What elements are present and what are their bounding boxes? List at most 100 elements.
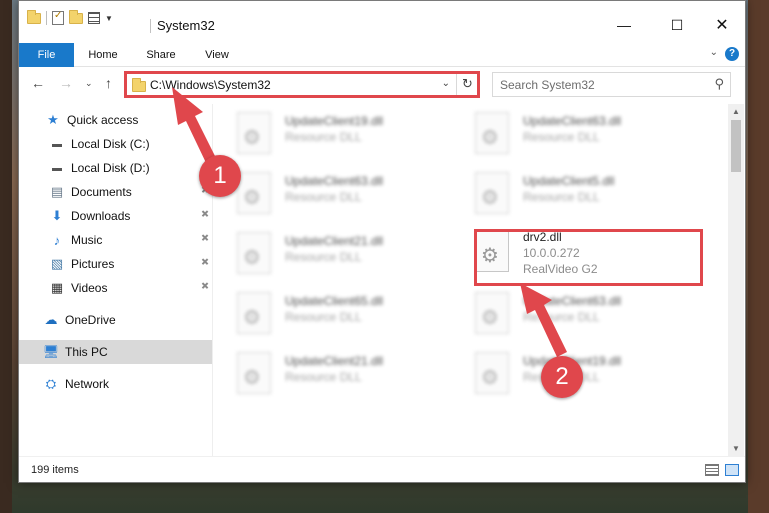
drive-icon: ▬ xyxy=(52,138,62,150)
tab-home[interactable]: Home xyxy=(81,43,125,67)
dll-file-icon xyxy=(237,112,271,154)
dll-file-icon xyxy=(475,352,509,394)
sidebar-item-documents[interactable]: ▤ Documents ✚ xyxy=(19,180,212,204)
chevron-down-icon[interactable]: ▼ xyxy=(105,14,113,23)
list-item[interactable]: UpdateClient21.dll Resource DLL xyxy=(215,226,435,280)
dll-file-icon xyxy=(475,112,509,154)
sidebar-item-label: This PC xyxy=(65,345,108,359)
pin-icon[interactable]: ✚ xyxy=(197,256,211,270)
sidebar-item-pictures[interactable]: ▧ Pictures ✚ xyxy=(19,252,212,276)
details-view-icon[interactable] xyxy=(705,464,719,476)
file-description: Resource DLL xyxy=(523,130,600,144)
up-button[interactable]: ↑ xyxy=(105,75,112,91)
sidebar-item-videos[interactable]: ▦ Videos ✚ xyxy=(19,276,212,300)
list-item[interactable]: UpdateClient63.dll Resource DLL xyxy=(215,166,435,220)
title-bar: ▼ System32 — ☐ ✕ xyxy=(19,1,745,35)
file-name: UpdateClient63.dll xyxy=(285,174,384,188)
download-icon: ⬇ xyxy=(51,208,63,223)
sidebar-item-label: Downloads xyxy=(71,209,131,223)
file-name: UpdateClient63.dll xyxy=(523,294,622,308)
search-box[interactable]: Search System32 ⚲ xyxy=(492,72,731,97)
pictures-icon: ▧ xyxy=(50,256,64,271)
sidebar-item-downloads[interactable]: ⬇ Downloads ✚ xyxy=(19,204,212,228)
title-separator xyxy=(150,19,151,33)
file-name: UpdateClient21.dll xyxy=(285,354,384,368)
list-item[interactable]: UpdateClient63.dll Resource DLL xyxy=(453,286,673,340)
file-highlight xyxy=(474,229,703,286)
sidebar-item-local-disk-d[interactable]: ▬ Local Disk (D:) xyxy=(19,156,212,180)
pin-icon[interactable]: ✚ xyxy=(197,232,211,246)
dll-file-icon xyxy=(475,172,509,214)
videos-icon: ▦ xyxy=(50,280,64,295)
search-icon: ⚲ xyxy=(714,76,724,91)
file-description: Resource DLL xyxy=(523,310,600,324)
pin-icon[interactable]: ✚ xyxy=(197,280,211,294)
close-button[interactable]: ✕ xyxy=(699,15,745,35)
music-icon: ♪ xyxy=(53,232,61,248)
file-description: Resource DLL xyxy=(285,130,362,144)
file-name: UpdateClient21.dll xyxy=(285,234,384,248)
minimize-button[interactable]: — xyxy=(601,17,647,33)
expand-ribbon-icon[interactable]: ⌄ xyxy=(710,47,718,58)
file-explorer-window: ▼ System32 — ☐ ✕ File Home Share View ⌄ … xyxy=(18,0,746,483)
sidebar-item-label: Local Disk (D:) xyxy=(71,161,150,175)
scroll-up-icon[interactable]: ▲ xyxy=(732,107,740,116)
sidebar-item-network[interactable]: ⛭ Network xyxy=(19,372,212,396)
sidebar-item-local-disk-c[interactable]: ▬ Local Disk (C:) xyxy=(19,132,212,156)
file-description: Resource DLL xyxy=(285,250,362,264)
sidebar-item-music[interactable]: ♪ Music ✚ xyxy=(19,228,212,252)
back-button[interactable]: ← xyxy=(31,75,45,91)
tab-share[interactable]: Share xyxy=(139,43,183,67)
pin-icon[interactable]: ✚ xyxy=(197,208,211,222)
sidebar-item-label: Local Disk (C:) xyxy=(71,137,150,151)
new-folder-icon[interactable] xyxy=(69,9,83,24)
sidebar-item-onedrive[interactable]: ☁ OneDrive xyxy=(19,308,212,332)
vertical-scrollbar[interactable]: ▲ ▼ xyxy=(728,104,744,456)
star-icon: ★ xyxy=(47,112,59,127)
sidebar-item-label: Music xyxy=(71,233,103,247)
file-name: UpdateClient63.dll xyxy=(523,114,622,128)
customize-toolbar-icon[interactable] xyxy=(88,12,100,24)
file-description: Resource DLL xyxy=(285,370,362,384)
list-item[interactable]: UpdateClient19.dll Resource DLL xyxy=(215,106,435,160)
tab-file[interactable]: File xyxy=(19,43,74,67)
maximize-button[interactable]: ☐ xyxy=(654,17,700,34)
callout-badge-2: 2 xyxy=(541,356,583,398)
drive-icon: ▬ xyxy=(52,162,62,174)
scroll-down-icon[interactable]: ▼ xyxy=(732,444,740,453)
quick-access-toolbar: ▼ xyxy=(27,9,113,25)
list-item[interactable]: UpdateClient65.dll Resource DLL xyxy=(215,286,435,340)
properties-icon[interactable] xyxy=(52,10,64,25)
dll-file-icon xyxy=(237,232,271,274)
tab-view[interactable]: View xyxy=(199,43,235,67)
network-icon: ⛭ xyxy=(45,376,57,391)
list-item[interactable]: UpdateClient5.dll Resource DLL xyxy=(453,166,673,220)
documents-icon: ▤ xyxy=(50,184,64,199)
file-description: Resource DLL xyxy=(285,310,362,324)
sidebar-item-quick-access[interactable]: ★ Quick access xyxy=(19,108,212,132)
folder-icon[interactable] xyxy=(27,9,41,24)
cloud-icon: ☁ xyxy=(44,312,58,327)
file-description: Resource DLL xyxy=(285,190,362,204)
computer-icon: 🖥 xyxy=(42,344,60,359)
sidebar-item-this-pc[interactable]: 🖥 This PC xyxy=(19,340,212,364)
dll-file-icon xyxy=(475,292,509,334)
list-item[interactable]: UpdateClient63.dll Resource DLL xyxy=(453,106,673,160)
help-icon[interactable]: ? xyxy=(725,47,739,61)
sidebar-item-label: Videos xyxy=(71,281,108,295)
search-input[interactable]: Search System32 xyxy=(500,78,595,92)
large-icons-view-icon[interactable] xyxy=(725,464,739,476)
file-name: UpdateClient65.dll xyxy=(285,294,384,308)
ribbon-tabs: File Home Share View ⌄ ? xyxy=(19,43,745,67)
recent-locations-button[interactable]: ⌄ xyxy=(85,78,93,89)
window-title: System32 xyxy=(157,18,215,33)
forward-button[interactable]: → xyxy=(59,75,73,91)
file-name: UpdateClient19.dll xyxy=(285,114,384,128)
scrollbar-thumb[interactable] xyxy=(731,120,741,172)
status-bar: 199 items xyxy=(19,456,745,482)
sidebar-item-label: Pictures xyxy=(71,257,115,271)
list-item[interactable]: UpdateClient21.dll Resource DLL xyxy=(215,346,435,400)
toolbar-separator xyxy=(46,11,47,25)
dll-file-icon xyxy=(237,292,271,334)
sidebar-item-label: OneDrive xyxy=(65,313,116,327)
